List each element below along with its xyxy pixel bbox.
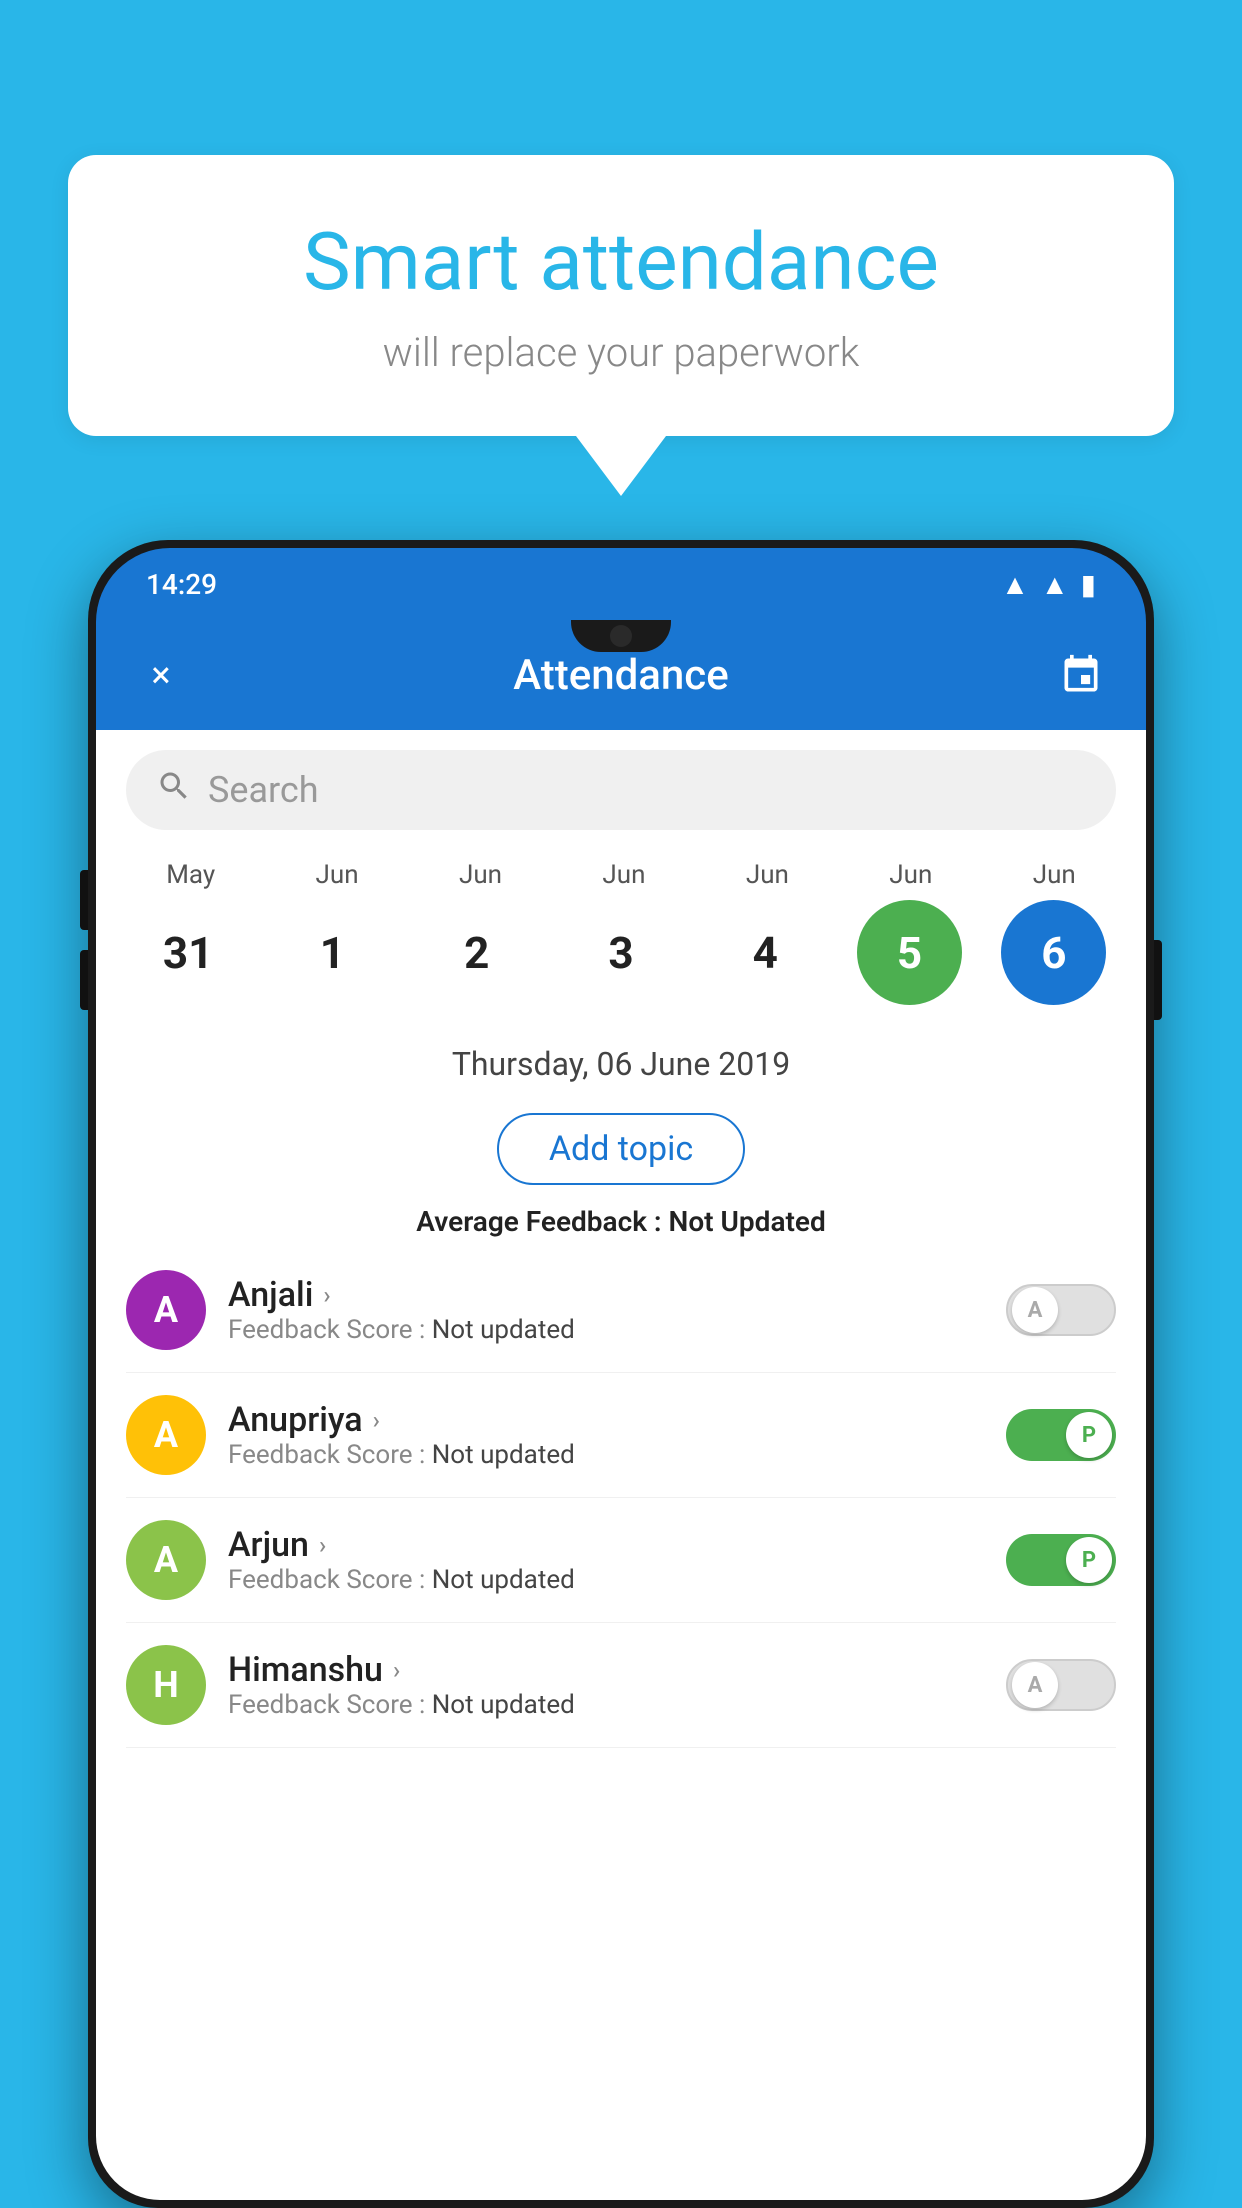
avatar-himanshu: H — [126, 1645, 206, 1725]
chevron-icon: › — [393, 1656, 400, 1684]
calendar-month-3: Jun — [592, 860, 655, 890]
power-button — [1154, 940, 1162, 1020]
phone-notch — [571, 620, 671, 652]
close-button[interactable]: × — [136, 650, 186, 700]
status-icons: ▲ ▲ ▮ — [1001, 568, 1096, 601]
date-jun4[interactable]: 4 — [713, 900, 818, 1005]
calendar-icon[interactable] — [1056, 650, 1106, 700]
screen-content: Search May Jun Jun Jun Jun Jun Jun 31 1 … — [96, 730, 1146, 2200]
average-feedback: Average Feedback : Not Updated — [96, 1195, 1146, 1248]
date-jun1[interactable]: 1 — [280, 900, 385, 1005]
student-feedback-arjun: Feedback Score : Not updated — [228, 1565, 984, 1595]
student-name-arjun[interactable]: Arjun › — [228, 1525, 984, 1565]
student-feedback-himanshu: Feedback Score : Not updated — [228, 1690, 984, 1720]
status-bar: 14:29 ▲ ▲ ▮ — [96, 548, 1146, 620]
search-icon — [156, 768, 192, 813]
avg-feedback-value: Not Updated — [669, 1205, 826, 1238]
add-topic-button[interactable]: Add topic — [497, 1113, 745, 1185]
selected-date-label: Thursday, 06 June 2019 — [96, 1025, 1146, 1103]
screen-wrapper: × Attendance Search — [96, 620, 1146, 2200]
speech-bubble: Smart attendance will replace your paper… — [68, 155, 1174, 436]
chevron-icon: › — [373, 1406, 380, 1434]
calendar-month-4: Jun — [736, 860, 799, 890]
avg-feedback-label: Average Feedback : — [416, 1205, 661, 1238]
calendar-month-6: Jun — [1023, 860, 1086, 890]
speech-bubble-container: Smart attendance will replace your paper… — [68, 155, 1174, 496]
student-name-himanshu[interactable]: Himanshu › — [228, 1650, 984, 1690]
date-jun3[interactable]: 3 — [568, 900, 673, 1005]
feedback-value: Not updated — [432, 1440, 575, 1470]
signal-icon: ▲ — [1041, 568, 1069, 601]
front-camera — [610, 625, 632, 647]
speech-bubble-subtitle: will replace your paperwork — [148, 329, 1094, 376]
attendance-toggle-anjali[interactable]: A — [1006, 1284, 1116, 1336]
feedback-value: Not updated — [432, 1315, 575, 1345]
feedback-value: Not updated — [432, 1690, 575, 1720]
student-info-anjali: Anjali › Feedback Score : Not updated — [228, 1275, 984, 1345]
calendar-month-1: Jun — [306, 860, 369, 890]
student-name-anupriya[interactable]: Anupriya › — [228, 1400, 984, 1440]
phone-inner: 14:29 ▲ ▲ ▮ × Attendance — [96, 548, 1146, 2200]
student-name-label: Anupriya — [228, 1400, 363, 1440]
app-bar-title: Attendance — [513, 651, 728, 700]
student-name-label: Anjali — [228, 1275, 313, 1315]
toggle-knob-himanshu: A — [1012, 1662, 1058, 1708]
student-feedback-anjali: Feedback Score : Not updated — [228, 1315, 984, 1345]
attendance-toggle-himanshu[interactable]: A — [1006, 1659, 1116, 1711]
status-time: 14:29 — [146, 568, 217, 601]
student-name-label: Arjun — [228, 1525, 309, 1565]
date-jun2[interactable]: 2 — [424, 900, 529, 1005]
student-item-anupriya: A Anupriya › Feedback Score : Not update… — [126, 1373, 1116, 1498]
volume-up-button — [80, 870, 88, 930]
calendar-month-5: Jun — [879, 860, 942, 890]
calendar-months-row: May Jun Jun Jun Jun Jun Jun — [96, 850, 1146, 900]
student-name-label: Himanshu — [228, 1650, 383, 1690]
calendar-month-0: May — [156, 860, 225, 890]
phone-frame: 14:29 ▲ ▲ ▮ × Attendance — [88, 540, 1154, 2208]
chevron-icon: › — [319, 1531, 326, 1559]
volume-down-button — [80, 950, 88, 1010]
date-may31[interactable]: 31 — [136, 900, 241, 1005]
attendance-toggle-arjun[interactable]: P — [1006, 1534, 1116, 1586]
battery-icon: ▮ — [1081, 568, 1096, 601]
student-item-anjali: A Anjali › Feedback Score : Not updated — [126, 1248, 1116, 1373]
toggle-knob-anjali: A — [1012, 1287, 1058, 1333]
attendance-toggle-anupriya[interactable]: P — [1006, 1409, 1116, 1461]
student-info-anupriya: Anupriya › Feedback Score : Not updated — [228, 1400, 984, 1470]
search-bar[interactable]: Search — [126, 750, 1116, 830]
toggle-knob-arjun: P — [1066, 1537, 1112, 1583]
calendar-month-2: Jun — [449, 860, 512, 890]
avatar-anupriya: A — [126, 1395, 206, 1475]
search-placeholder: Search — [208, 769, 319, 811]
avatar-anjali: A — [126, 1270, 206, 1350]
speech-bubble-tail — [576, 436, 666, 496]
student-info-arjun: Arjun › Feedback Score : Not updated — [228, 1525, 984, 1595]
student-info-himanshu: Himanshu › Feedback Score : Not updated — [228, 1650, 984, 1720]
student-list: A Anjali › Feedback Score : Not updated — [96, 1248, 1146, 1748]
speech-bubble-title: Smart attendance — [148, 215, 1094, 309]
date-jun5-today[interactable]: 5 — [857, 900, 962, 1005]
student-name-anjali[interactable]: Anjali › — [228, 1275, 984, 1315]
calendar-dates-row: 31 1 2 3 4 5 6 — [96, 900, 1146, 1025]
student-item-himanshu: H Himanshu › Feedback Score : Not update… — [126, 1623, 1116, 1748]
date-jun6-selected[interactable]: 6 — [1001, 900, 1106, 1005]
avatar-arjun: A — [126, 1520, 206, 1600]
feedback-value: Not updated — [432, 1565, 575, 1595]
student-feedback-anupriya: Feedback Score : Not updated — [228, 1440, 984, 1470]
student-item-arjun: A Arjun › Feedback Score : Not updated — [126, 1498, 1116, 1623]
toggle-knob-anupriya: P — [1066, 1412, 1112, 1458]
chevron-icon: › — [323, 1281, 330, 1309]
wifi-icon: ▲ — [1001, 568, 1029, 601]
